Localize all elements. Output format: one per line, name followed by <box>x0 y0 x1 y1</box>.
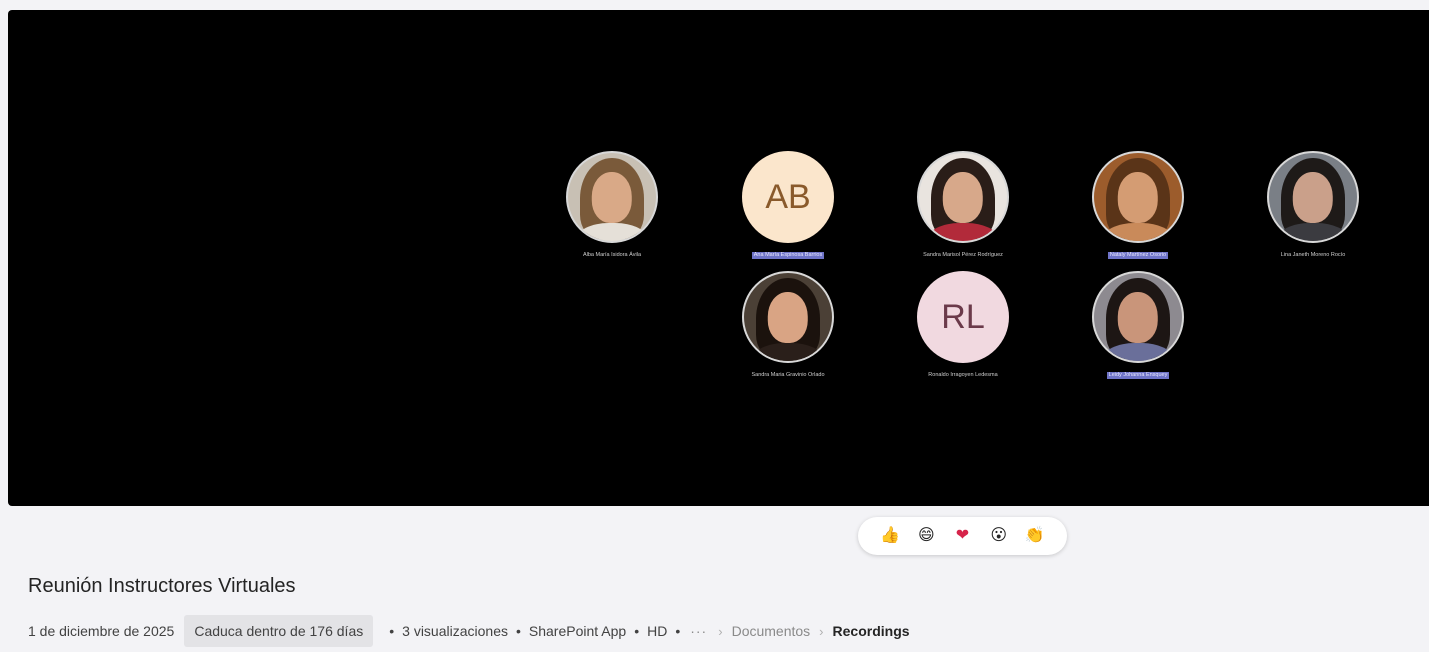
reactions-bar: 👍 😄 ❤ 😮 👏 <box>858 517 1067 555</box>
recording-title: Reunión Instructores Virtuales <box>28 575 296 597</box>
view-count: 3 visualizaciones <box>402 623 508 639</box>
participant-initials-avatar: AB <box>742 151 834 243</box>
participant-tile-2: AB Ana María Espinosa Barrios <box>733 151 843 261</box>
participant-tile-3: Sandra Marisol Pérez Rodríguez <box>908 151 1018 261</box>
participant-tile-4: Nataly Martínez Osorio <box>1083 151 1193 261</box>
reaction-like-button[interactable]: 👍 <box>879 525 901 547</box>
separator-dot: • <box>515 623 521 639</box>
separator-dot: • <box>634 623 640 639</box>
participant-tile-5: Lina Janeth Moreno Rocío <box>1258 151 1368 261</box>
separator-dot: • <box>389 623 395 639</box>
participant-name: Leidy Johanna Ensquey <box>1106 372 1170 379</box>
participant-tile-1: Alba María Isidora Ávila <box>557 151 667 261</box>
participant-initials-avatar: RL <box>917 271 1009 363</box>
reaction-heart-button[interactable]: ❤ <box>951 525 973 547</box>
source-app: SharePoint App <box>528 623 627 639</box>
chevron-right-icon: › <box>819 623 824 639</box>
participant-photo <box>1092 151 1184 243</box>
participant-tile-6: Sandra Maria Gravinio Orlado <box>733 271 843 381</box>
chevron-right-icon: › <box>718 623 723 639</box>
participant-photo <box>1092 271 1184 363</box>
participant-name: Nataly Martínez Osorio <box>1107 252 1169 259</box>
participant-tile-7: RL Ronaldo Irragoyen Ledesma <box>908 271 1018 381</box>
participant-photo <box>1267 151 1359 243</box>
participant-photo <box>917 151 1009 243</box>
participant-photo <box>566 151 658 243</box>
recording-date: 1 de diciembre de 2025 <box>28 623 175 639</box>
reaction-applause-button[interactable]: 👏 <box>1024 525 1046 547</box>
participant-name: Lina Janeth Moreno Rocío <box>1280 252 1346 258</box>
recording-details-bar: 1 de diciembre de 2025 Caduca dentro de … <box>28 614 910 648</box>
participant-name: Sandra Marisol Pérez Rodríguez <box>923 252 1003 258</box>
participant-name: Ana María Espinosa Barrios <box>751 252 825 259</box>
participant-name: Ronaldo Irragoyen Ledesma <box>928 372 998 378</box>
participant-tile-8: Leidy Johanna Ensquey <box>1083 271 1193 381</box>
separator-dot: • <box>675 623 681 639</box>
participant-photo <box>742 271 834 363</box>
reaction-laugh-button[interactable]: 😄 <box>915 525 937 547</box>
quality-label: HD <box>647 623 668 639</box>
recording-video-player[interactable]: Alba María Isidora Ávila AB Ana María Es… <box>8 10 1429 506</box>
expiry-badge[interactable]: Caduca dentro de 176 días <box>184 615 374 647</box>
participant-name: Sandra Maria Gravinio Orlado <box>751 372 825 378</box>
reaction-surprised-button[interactable]: 😮 <box>988 525 1010 547</box>
participant-name: Alba María Isidora Ávila <box>582 252 642 258</box>
more-options-button[interactable]: ··· <box>690 623 707 639</box>
breadcrumb-recordings[interactable]: Recordings <box>833 623 910 639</box>
breadcrumb-documentos[interactable]: Documentos <box>732 623 811 639</box>
